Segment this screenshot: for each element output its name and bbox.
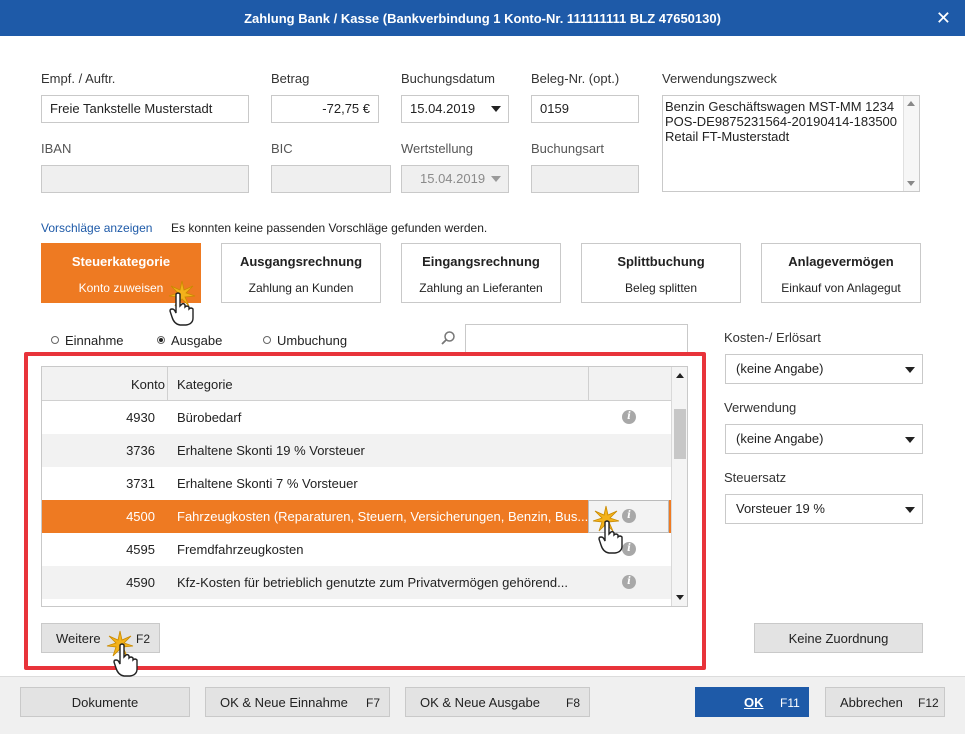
close-icon[interactable]: ✕ — [936, 8, 951, 29]
hand-cursor-icon — [169, 292, 194, 326]
dokumente-button[interactable]: Dokumente — [20, 687, 190, 717]
ok-button[interactable]: OK F11 — [695, 687, 809, 717]
buchungsdatum-label: Buchungsdatum — [401, 71, 495, 86]
betrag-label: Betrag — [271, 71, 310, 86]
window-title: Zahlung Bank / Kasse (Bankverbindung 1 K… — [244, 11, 721, 26]
button-label: Weitere — [56, 631, 101, 646]
iban-label: IBAN — [41, 141, 72, 156]
radio-label: Umbuchung — [277, 333, 348, 348]
button-title: Splittbuchung — [617, 254, 705, 269]
verwendungszweck-textarea[interactable]: Benzin Geschäftswagen MST-MM 1234 POS-DE… — [662, 95, 920, 192]
shortcut-key: F11 — [780, 696, 800, 710]
kosten-value: (keine Angabe) — [736, 361, 824, 376]
footer-bar: Dokumente OK & Neue Einnahme F7 OK & Neu… — [0, 676, 965, 734]
beleg-input[interactable]: 0159 — [531, 95, 639, 123]
search-icon[interactable] — [440, 330, 456, 346]
wertstellung-select: 15.04.2019 — [401, 165, 509, 193]
verwendung-value: (keine Angabe) — [736, 431, 824, 446]
ok-neue-einnahme-button[interactable]: OK & Neue Einnahme F7 — [205, 687, 390, 717]
shortcut-key: F8 — [566, 696, 581, 710]
radio-dot — [263, 336, 271, 344]
buchungsdatum-select[interactable]: 15.04.2019 — [401, 95, 509, 123]
ok-neue-ausgabe-button[interactable]: OK & Neue Ausgabe F8 — [405, 687, 590, 717]
chevron-down-icon — [491, 176, 501, 182]
verwendungszweck-line: Benzin Geschäftswagen MST-MM 1234 — [665, 99, 895, 114]
button-title: Steuerkategorie — [71, 254, 171, 269]
wertstellung-label: Wertstellung — [401, 141, 474, 156]
wertstellung-value: 15.04.2019 — [420, 171, 486, 186]
scroll-down-icon[interactable] — [907, 181, 915, 186]
buchungsart-input — [531, 165, 639, 193]
hand-cursor-icon — [598, 520, 623, 554]
chevron-down-icon — [905, 437, 915, 443]
splittbuchung-button[interactable]: Splittbuchung Beleg splitten — [581, 243, 741, 303]
chevron-down-icon — [491, 106, 501, 112]
steuersatz-value: Vorsteuer 19 % — [736, 501, 825, 516]
empf-label: Empf. / Auftr. — [41, 71, 116, 86]
button-subtitle: Zahlung an Kunden — [248, 281, 354, 295]
iban-input — [41, 165, 249, 193]
search-input[interactable] — [465, 324, 688, 354]
beleg-label: Beleg-Nr. (opt.) — [531, 71, 620, 86]
kosten-select[interactable]: (keine Angabe) — [725, 354, 923, 384]
button-label: OK — [744, 695, 764, 710]
shortcut-key: F12 — [918, 696, 939, 710]
radio-ausgabe[interactable]: Ausgabe — [157, 333, 222, 348]
button-label: OK & Neue Einnahme — [220, 695, 348, 710]
vorschlaege-link[interactable]: Vorschläge anzeigen — [41, 221, 152, 235]
empf-input[interactable]: Freie Tankstelle Musterstadt — [41, 95, 249, 123]
radio-umbuchung[interactable]: Umbuchung — [263, 333, 347, 348]
buchungsart-label: Buchungsart — [531, 141, 604, 156]
radio-dot — [51, 336, 59, 344]
kosten-label: Kosten-/ Erlösart — [724, 330, 821, 345]
chevron-down-icon — [905, 367, 915, 373]
verwendung-select[interactable]: (keine Angabe) — [725, 424, 923, 454]
eingangsrechnung-button[interactable]: Eingangsrechnung Zahlung an Lieferanten — [401, 243, 561, 303]
suggestions-hint: Es konnten keine passenden Vorschläge ge… — [171, 221, 488, 235]
button-title: Anlagevermögen — [788, 254, 894, 269]
button-label: Dokumente — [71, 695, 139, 710]
ausgangsrechnung-button[interactable]: Ausgangsrechnung Zahlung an Kunden — [221, 243, 381, 303]
button-title: Eingangsrechnung — [422, 254, 540, 269]
hand-cursor-icon — [113, 643, 138, 677]
button-label: Keine Zuordnung — [788, 631, 889, 646]
button-subtitle: Einkauf von Anlagegut — [781, 281, 901, 295]
radio-label: Einnahme — [65, 333, 124, 348]
button-label: Abbrechen — [840, 695, 903, 710]
verwendungszweck-label: Verwendungszweck — [662, 71, 777, 86]
weitere-button[interactable]: Weitere F2 — [41, 623, 160, 653]
radio-dot-selected — [157, 336, 165, 344]
verwendungszweck-line: Retail FT-Musterstadt — [665, 129, 790, 144]
bic-label: BIC — [271, 141, 293, 156]
steuersatz-select[interactable]: Vorsteuer 19 % — [725, 494, 923, 524]
betrag-input[interactable]: -72,75 € — [271, 95, 379, 123]
radio-label: Ausgabe — [171, 333, 223, 348]
shortcut-key: F7 — [366, 696, 381, 710]
chevron-down-icon — [905, 507, 915, 513]
button-label: OK & Neue Ausgabe — [420, 695, 540, 710]
bic-input — [271, 165, 391, 193]
buchungsdatum-value: 15.04.2019 — [410, 101, 476, 116]
abbrechen-button[interactable]: Abbrechen F12 — [825, 687, 945, 717]
verwendungszweck-line: POS-DE9875231564-20190414-183500 — [665, 114, 898, 129]
verwendung-label: Verwendung — [724, 400, 797, 415]
anlagevermoegen-button[interactable]: Anlagevermögen Einkauf von Anlagegut — [761, 243, 921, 303]
scroll-up-icon[interactable] — [907, 101, 915, 106]
button-subtitle: Zahlung an Lieferanten — [419, 281, 543, 295]
radio-einnahme[interactable]: Einnahme — [51, 333, 124, 348]
textarea-scrollbar[interactable] — [903, 96, 919, 191]
title-bar: Zahlung Bank / Kasse (Bankverbindung 1 K… — [0, 0, 965, 36]
steuersatz-label: Steuersatz — [724, 470, 787, 485]
button-subtitle: Beleg splitten — [624, 281, 698, 295]
keine-zuordnung-button[interactable]: Keine Zuordnung — [754, 623, 923, 653]
button-title: Ausgangsrechnung — [239, 254, 363, 269]
